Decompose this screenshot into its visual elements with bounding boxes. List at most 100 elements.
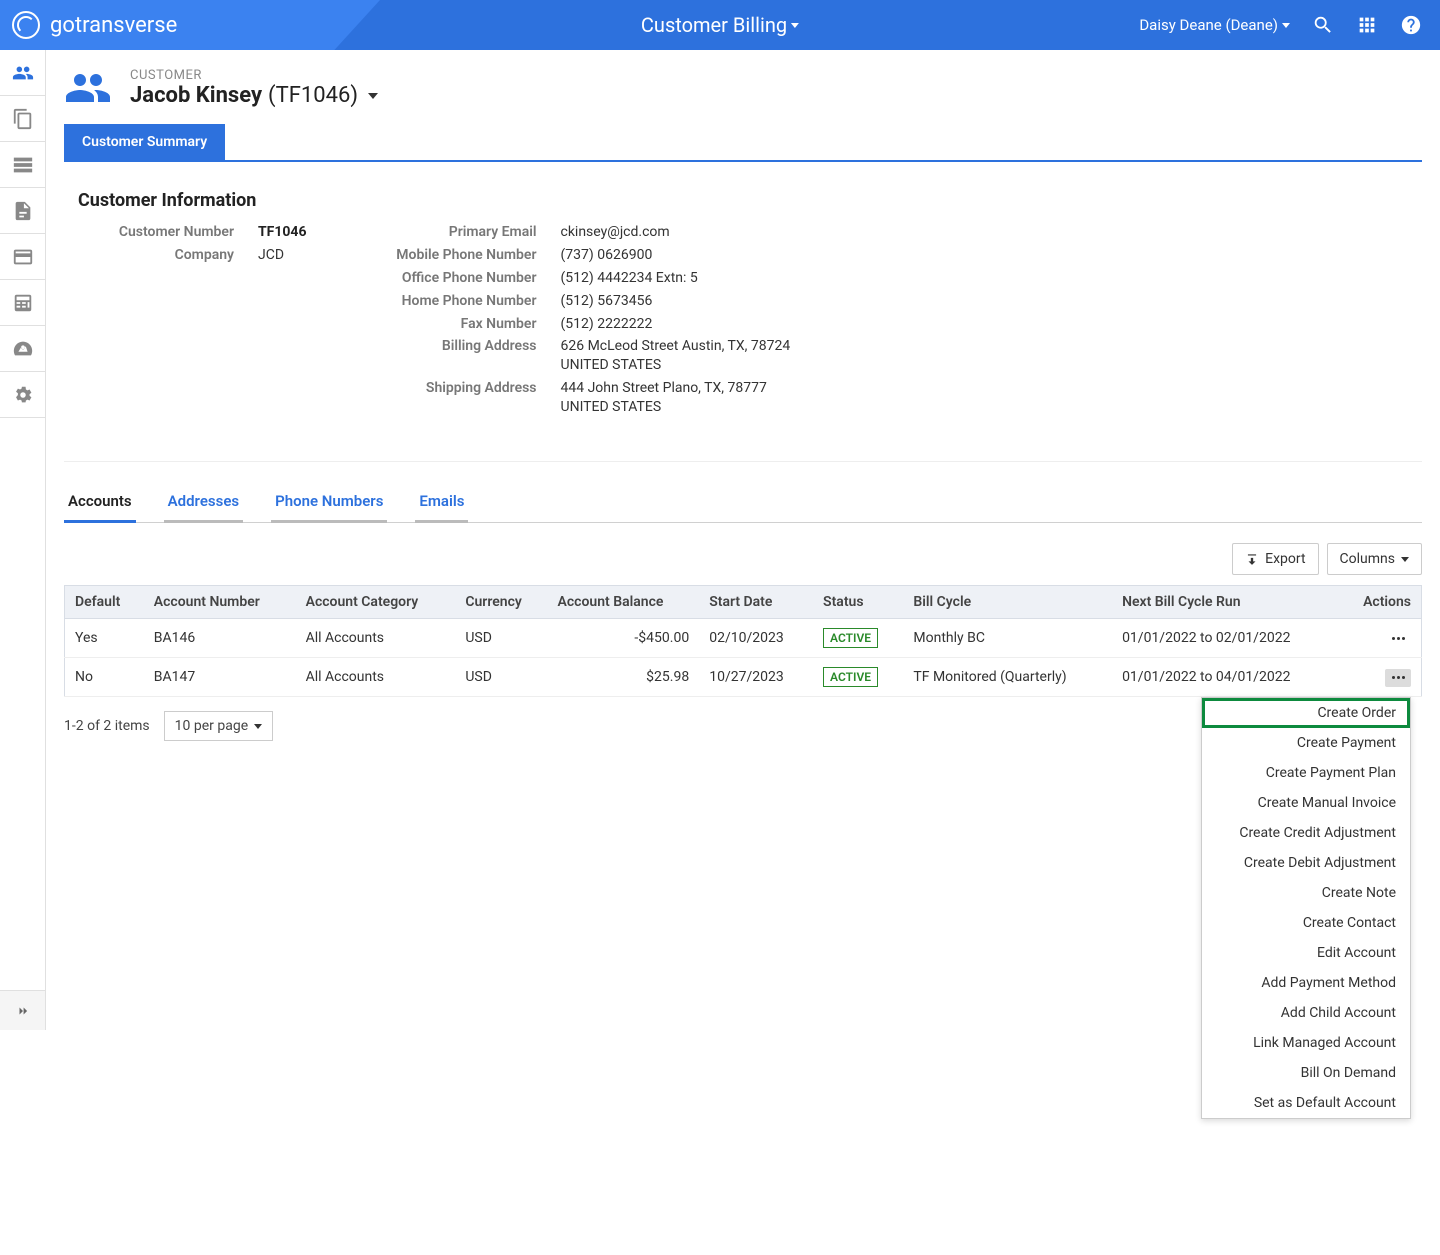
info-label: Primary Email [367, 223, 537, 242]
logo-swirl-icon [12, 11, 40, 39]
menu-item-create-payment-plan[interactable]: Create Payment Plan [1202, 758, 1410, 788]
info-label: Company [84, 246, 234, 265]
cell: 02/10/2023 [699, 619, 813, 658]
caret-down-icon [1282, 23, 1290, 28]
menu-item-bill-on-demand[interactable]: Bill On Demand [1202, 1058, 1410, 1088]
ellipsis-icon [1392, 676, 1405, 679]
section-title: Customer Information [78, 190, 1422, 211]
info-label: Billing Address [367, 337, 537, 375]
column-header[interactable]: Next Bill Cycle Run [1112, 586, 1339, 619]
caret-down-icon [368, 93, 378, 99]
columns-label: Columns [1340, 551, 1395, 567]
info-label: Mobile Phone Number [367, 246, 537, 265]
pager-summary: 1-2 of 2 items [64, 718, 150, 734]
primary-tabstrip: Customer Summary [64, 124, 1422, 162]
info-value: (512) 2222222 [561, 315, 653, 334]
sidebar-item-calculator[interactable] [0, 280, 45, 326]
menu-item-create-debit-adjustment[interactable]: Create Debit Adjustment [1202, 848, 1410, 878]
subtab-emails[interactable]: Emails [415, 482, 468, 523]
cell: 10/27/2023 [699, 658, 813, 697]
info-value: (512) 4442234 Extn: 5 [561, 269, 698, 288]
help-icon[interactable] [1400, 14, 1422, 36]
caret-down-icon [791, 23, 799, 28]
menu-item-edit-account[interactable]: Edit Account [1202, 938, 1410, 968]
menu-item-add-payment-method[interactable]: Add Payment Method [1202, 968, 1410, 998]
caret-down-icon [254, 724, 262, 729]
subtab-addresses[interactable]: Addresses [164, 482, 243, 523]
chevrons-right-icon [16, 1004, 30, 1018]
copy-icon [12, 108, 34, 130]
customer-info-grid: Customer Number TF1046 Company JCD Primary … [64, 223, 1422, 421]
column-header[interactable]: Default [65, 586, 144, 619]
info-label: Customer Number [84, 223, 234, 242]
menu-item-create-credit-adjustment[interactable]: Create Credit Adjustment [1202, 818, 1410, 848]
module-dropdown[interactable]: Customer Billing [641, 13, 799, 37]
columns-button[interactable]: Columns [1327, 543, 1422, 575]
gauge-icon [12, 338, 34, 360]
subtab-accounts[interactable]: Accounts [64, 482, 136, 523]
cell: All Accounts [296, 658, 456, 697]
caret-down-icon [1401, 557, 1409, 562]
calculator-icon [12, 292, 34, 314]
menu-item-link-managed-account[interactable]: Link Managed Account [1202, 1028, 1410, 1058]
tab-customer-summary[interactable]: Customer Summary [64, 124, 225, 160]
credit-card-icon [12, 246, 34, 268]
info-value: (512) 5673456 [561, 292, 653, 311]
column-header[interactable]: Bill Cycle [903, 586, 1112, 619]
column-header[interactable]: Account Number [144, 586, 296, 619]
column-header[interactable]: Status [813, 586, 903, 619]
left-sidebar [0, 50, 46, 1030]
sidebar-item-settings[interactable] [0, 372, 45, 418]
row-actions-button[interactable] [1385, 630, 1411, 648]
customer-name: Jacob Kinsey [130, 83, 262, 108]
menu-item-create-manual-invoice[interactable]: Create Manual Invoice [1202, 788, 1410, 818]
module-title: Customer Billing [641, 13, 787, 37]
info-value: JCD [258, 246, 284, 265]
column-header[interactable]: Start Date [699, 586, 813, 619]
menu-item-add-child-account[interactable]: Add Child Account [1202, 998, 1410, 1028]
search-icon[interactable] [1312, 14, 1334, 36]
cell: No [65, 658, 144, 697]
customer-selector[interactable]: Jacob Kinsey (TF1046) [130, 83, 378, 108]
column-header[interactable]: Actions [1339, 586, 1422, 619]
menu-item-create-note[interactable]: Create Note [1202, 878, 1410, 908]
per-page-label: 10 per page [175, 718, 248, 734]
column-header[interactable]: Account Category [296, 586, 456, 619]
menu-item-create-payment[interactable]: Create Payment [1202, 728, 1410, 758]
sidebar-item-storage[interactable] [0, 142, 45, 188]
menu-item-create-contact[interactable]: Create Contact [1202, 908, 1410, 938]
brand-logo[interactable]: gotransverse [0, 11, 177, 39]
brand-text: gotransverse [50, 13, 177, 38]
apps-grid-icon[interactable] [1356, 14, 1378, 36]
cell: All Accounts [296, 619, 456, 658]
sidebar-item-document[interactable] [0, 188, 45, 234]
row-actions-button[interactable] [1385, 669, 1411, 687]
cell: TF Monitored (Quarterly) [903, 658, 1112, 697]
info-label: Home Phone Number [367, 292, 537, 311]
per-page-select[interactable]: 10 per page [164, 711, 273, 741]
sidebar-item-card[interactable] [0, 234, 45, 280]
cell: Monthly BC [903, 619, 1112, 658]
user-menu[interactable]: Daisy Deane (Deane) [1139, 16, 1290, 34]
gear-icon [12, 384, 34, 406]
export-button[interactable]: Export [1232, 543, 1318, 575]
main-content: CUSTOMER Jacob Kinsey (TF1046) Customer … [46, 50, 1440, 1030]
menu-item-create-order[interactable]: Create Order [1202, 698, 1410, 728]
info-value: 444 John Street Plano, TX, 78777 UNITED … [561, 379, 791, 417]
table-row: NoBA147All AccountsUSD$25.9810/27/2023AC… [65, 658, 1422, 697]
sidebar-item-copy[interactable] [0, 96, 45, 142]
sidebar-expand[interactable] [0, 990, 45, 1030]
info-label: Fax Number [367, 315, 537, 334]
sidebar-item-customers[interactable] [0, 50, 45, 96]
cell: $25.98 [548, 658, 700, 697]
menu-item-set-as-default-account[interactable]: Set as Default Account [1202, 1088, 1410, 1118]
document-icon [12, 200, 34, 222]
column-header[interactable]: Account Balance [548, 586, 700, 619]
user-name: Daisy Deane (Deane) [1139, 16, 1278, 34]
subtab-phone-numbers[interactable]: Phone Numbers [271, 482, 387, 523]
sidebar-item-dashboard[interactable] [0, 326, 45, 372]
column-header[interactable]: Currency [455, 586, 547, 619]
info-label: Office Phone Number [367, 269, 537, 288]
info-value: TF1046 [258, 223, 307, 242]
cell: 01/01/2022 to 04/01/2022 [1112, 658, 1339, 697]
